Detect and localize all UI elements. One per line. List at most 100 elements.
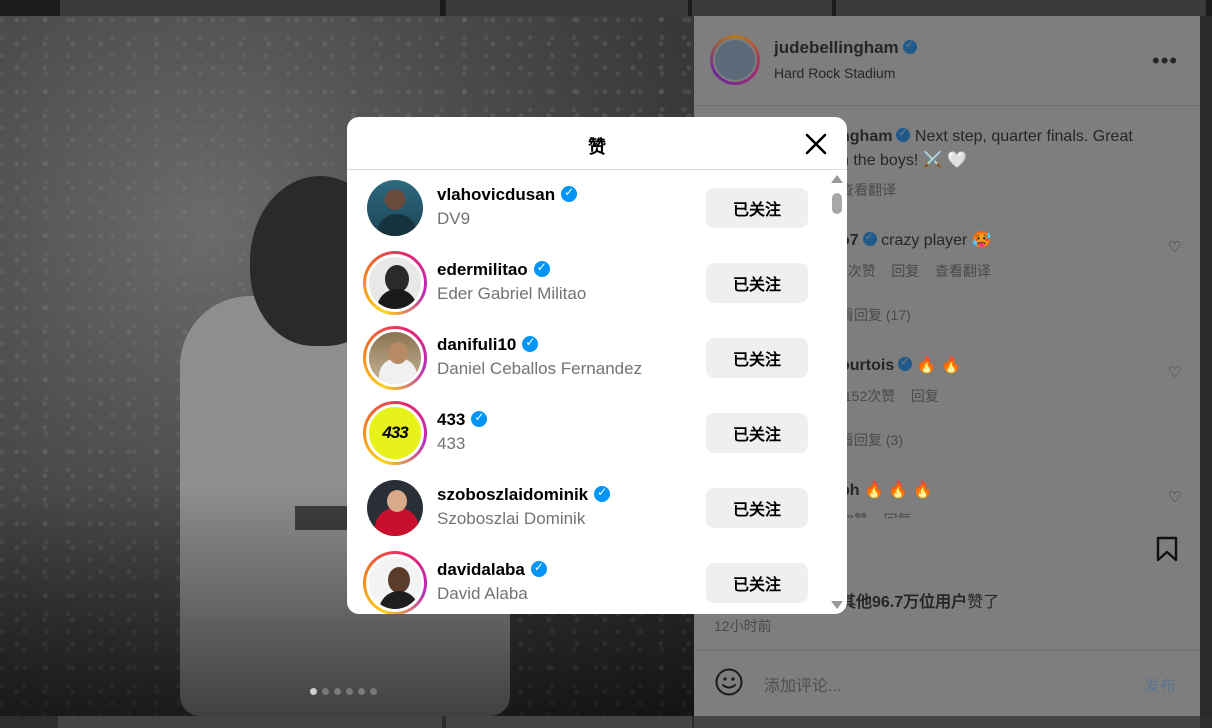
likes-dialog-header: 赞 — [347, 117, 847, 170]
likes-dialog: 赞 vlahovicdusan DV9 已关注 edermilitao Eder… — [347, 117, 847, 614]
comment: ourtois 🔥 🔥 — [840, 355, 961, 375]
full-name: Szoboszlai Dominik — [437, 509, 586, 528]
following-button[interactable]: 已关注 — [706, 263, 808, 303]
emoji-icon[interactable] — [714, 667, 744, 697]
view-replies-link[interactable]: 看回复 (17) — [840, 305, 911, 325]
user-avatar-story-ring[interactable] — [363, 551, 427, 614]
scroll-up-arrow-icon[interactable] — [831, 175, 843, 183]
background-thumbnail — [836, 0, 1206, 16]
post-header: judebellingham Hard Rock Stadium ••• — [694, 16, 1200, 106]
username[interactable]: szoboszlaidominik — [437, 485, 611, 505]
comment-text: 🔥 🔥 🔥 — [864, 482, 933, 499]
following-button[interactable]: 已关注 — [706, 338, 808, 378]
translate-link[interactable]: 查看翻译 — [840, 180, 896, 200]
full-name: DV9 — [437, 209, 471, 228]
author-username[interactable]: judebellingham — [774, 38, 917, 58]
user-avatar[interactable] — [363, 176, 427, 240]
szoboszlaidominik-avatar — [367, 480, 423, 536]
post-time: 12小时前 — [714, 618, 772, 634]
background-edge — [1200, 16, 1212, 716]
carousel-dot[interactable] — [322, 688, 329, 695]
close-icon[interactable] — [801, 129, 831, 159]
verified-badge-icon — [594, 485, 611, 502]
more-options-icon[interactable]: ••• — [1152, 48, 1178, 74]
433-logo-text: 433 — [382, 423, 408, 442]
author-avatar[interactable] — [710, 35, 760, 85]
user-avatar-story-ring[interactable]: 433 — [363, 401, 427, 465]
danifuli10-avatar — [366, 329, 424, 387]
comment-reply-link[interactable]: 回复 — [884, 512, 912, 518]
background-thumbnail — [446, 716, 692, 728]
list-item: edermilitao Eder Gabriel Militao 已关注 — [347, 245, 827, 320]
like-comment-heart-icon[interactable]: ♡ — [1168, 488, 1181, 506]
comment-author[interactable]: ourtois — [840, 357, 894, 374]
background-thumbnail-strip-bottom — [0, 716, 1212, 728]
caption-text-line1: Next step, quarter finals. Great — [914, 128, 1133, 145]
like-comment-heart-icon[interactable]: ♡ — [1168, 238, 1181, 256]
background-thumbnail — [446, 0, 688, 16]
post-location[interactable]: Hard Rock Stadium — [774, 65, 895, 81]
comment-text: 🔥 🔥 — [916, 357, 961, 374]
davidalaba-avatar — [366, 554, 424, 612]
edermilitao-avatar — [366, 254, 424, 312]
carousel-dot[interactable] — [370, 688, 377, 695]
comment-meta: 0次赞 回复 查看翻译 — [840, 261, 991, 281]
following-button[interactable]: 已关注 — [706, 413, 808, 453]
background-thumbnail — [694, 716, 1200, 728]
comment-meta: 次赞 回复 — [840, 510, 912, 518]
verified-badge-icon — [896, 126, 911, 142]
username-text: edermilitao — [437, 260, 528, 279]
comment-likes[interactable]: ,152次赞 — [840, 388, 895, 404]
divider — [694, 650, 1200, 651]
verified-badge-icon — [902, 38, 917, 54]
likes-summary[interactable]: 其他96.7万位用户赞了 — [840, 588, 999, 612]
username[interactable]: vlahovicdusan — [437, 185, 578, 205]
comment-reply-link[interactable]: 回复 — [891, 263, 919, 279]
verified-badge-icon — [471, 410, 488, 427]
username-text: davidalaba — [437, 560, 525, 579]
view-replies-link[interactable]: 看回复 (3) — [840, 430, 903, 450]
username-text: szoboszlaidominik — [437, 485, 589, 504]
user-avatar[interactable] — [363, 476, 427, 540]
comment: ph 🔥 🔥 🔥 — [840, 480, 933, 500]
scroll-down-arrow-icon[interactable] — [831, 601, 843, 609]
likes-list[interactable]: vlahovicdusan DV9 已关注 edermilitao Eder G… — [347, 170, 847, 614]
vlahovicdusan-avatar — [367, 180, 423, 236]
full-name: 433 — [437, 434, 466, 453]
caption-author[interactable]: ngham — [840, 128, 892, 145]
full-name: Eder Gabriel Militao — [437, 284, 587, 303]
carousel-dot[interactable] — [346, 688, 353, 695]
background-thumbnail — [60, 0, 440, 16]
background-thumbnail — [692, 0, 832, 16]
full-name: Daniel Ceballos Fernandez — [437, 359, 643, 378]
username[interactable]: davidalaba — [437, 560, 547, 580]
list-item: vlahovicdusan DV9 已关注 — [347, 170, 827, 245]
username[interactable]: edermilitao — [437, 260, 550, 280]
following-button[interactable]: 已关注 — [706, 488, 808, 528]
verified-badge-icon — [898, 355, 913, 371]
caption: ngham Next step, quarter finals. Great — [840, 126, 1133, 146]
comment-reply-link[interactable]: 回复 — [911, 388, 939, 404]
like-comment-heart-icon[interactable]: ♡ — [1168, 363, 1181, 381]
username[interactable]: danifuli10 — [437, 335, 539, 355]
likes-dialog-title: 赞 — [588, 137, 606, 157]
caption-text-line2: n the boys! ⚔️ 🤍 — [840, 152, 968, 169]
comment-text: crazy player 🥵 — [881, 232, 992, 249]
scrollbar-thumb[interactable] — [832, 193, 842, 214]
carousel-dot[interactable] — [358, 688, 365, 695]
post-comment-button[interactable]: 发布 — [1144, 672, 1176, 696]
verified-badge-icon — [862, 230, 877, 246]
verified-badge-icon — [533, 260, 550, 277]
carousel-dot[interactable] — [310, 688, 317, 695]
user-avatar-story-ring[interactable] — [363, 251, 427, 315]
comment-meta: ,152次赞 回复 — [840, 386, 939, 406]
comment-translate-link[interactable]: 查看翻译 — [935, 263, 991, 279]
carousel-dot[interactable] — [334, 688, 341, 695]
likes-summary-rest: 赞了 — [967, 594, 1000, 611]
comment-input[interactable]: 添加评论... — [764, 672, 841, 696]
bookmark-icon[interactable] — [1156, 536, 1178, 562]
user-avatar-story-ring[interactable] — [363, 326, 427, 390]
following-button[interactable]: 已关注 — [706, 563, 808, 603]
following-button[interactable]: 已关注 — [706, 188, 808, 228]
username[interactable]: 433 — [437, 410, 488, 430]
